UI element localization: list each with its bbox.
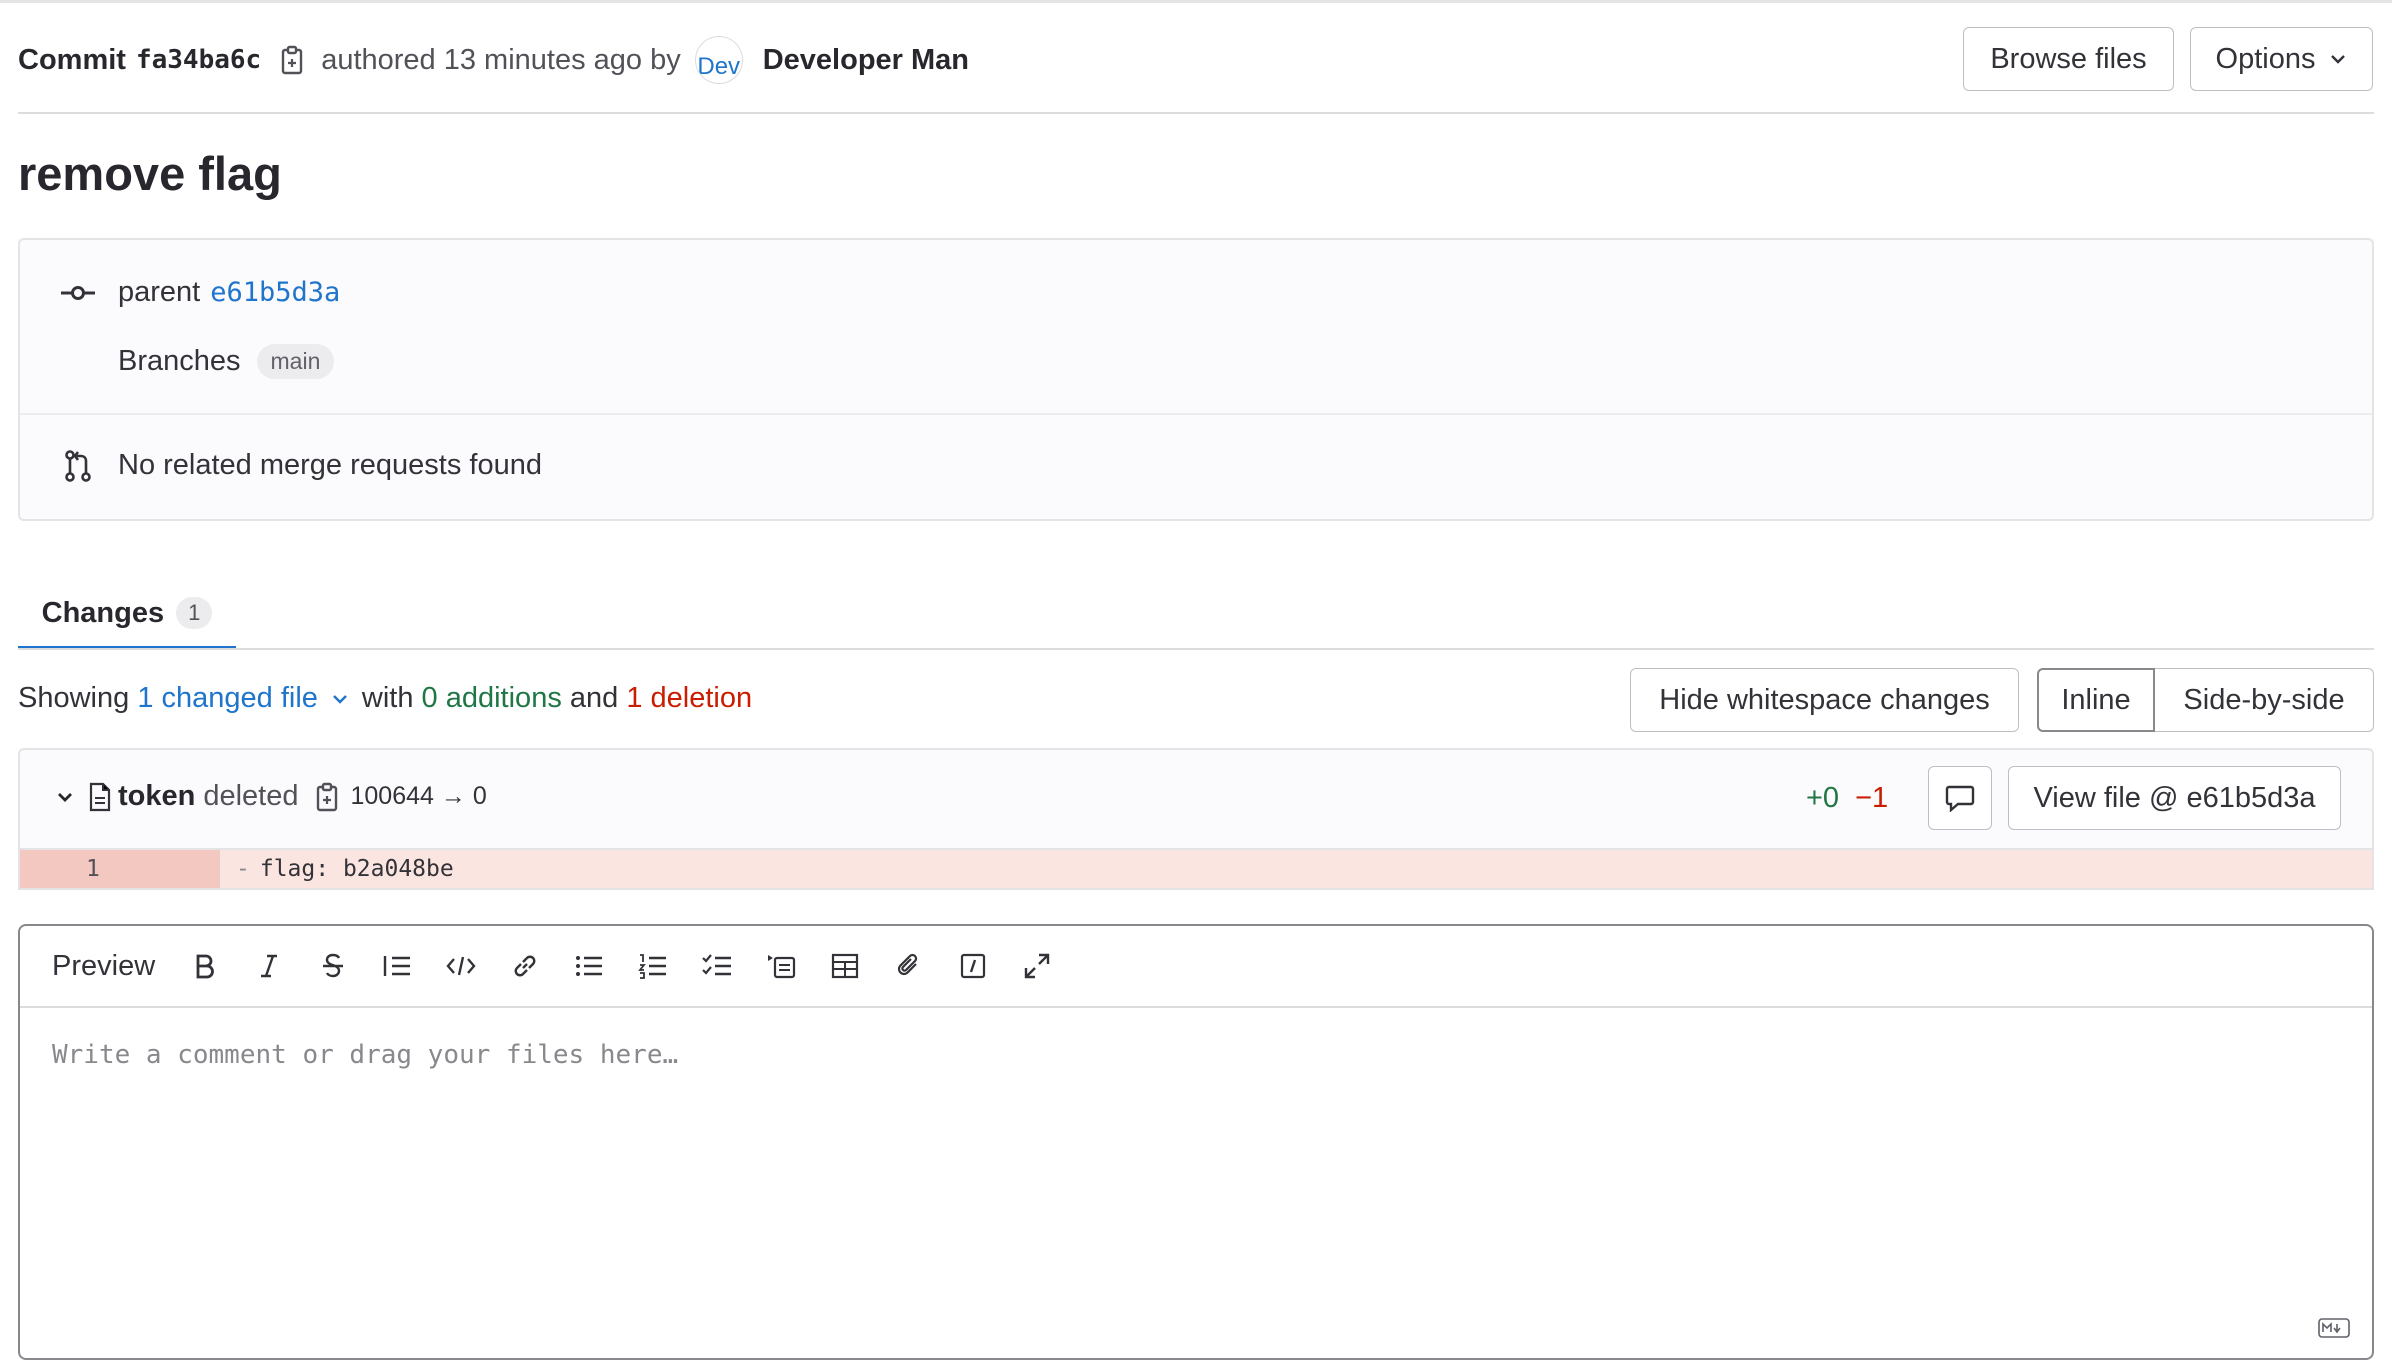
additions-count: 0 additions: [421, 682, 562, 714]
diff-prefix: -: [236, 856, 250, 882]
comment-editor: Preview Write a comment or drag your fil…: [18, 924, 2374, 1360]
parent-label: parent: [118, 276, 201, 308]
bold-icon[interactable]: [173, 934, 237, 998]
info-divider: [20, 413, 2372, 415]
side-by-side-view-button[interactable]: Side-by-side: [2155, 668, 2374, 732]
file-status: deleted: [203, 780, 299, 812]
table-icon[interactable]: [813, 934, 877, 998]
commit-info-box: parent e61b5d3a Branches main No related…: [18, 238, 2374, 521]
markdown-icon: [2318, 1318, 2350, 1338]
file-name[interactable]: token: [118, 780, 195, 813]
comment-icon: [1945, 784, 1975, 812]
tab-changes[interactable]: Changes 1: [18, 580, 236, 650]
file-header-left: token deleted 100644 → 0: [56, 780, 487, 813]
changed-files-link[interactable]: 1 changed file: [137, 682, 318, 715]
file-mode-change: 100644 → 0: [350, 782, 487, 810]
task-list-icon[interactable]: [685, 934, 749, 998]
fullscreen-icon[interactable]: [1005, 934, 1069, 998]
lines-removed: −1: [1855, 782, 1889, 814]
summary-showing-text: Showing: [18, 682, 130, 714]
tab-changes-label: Changes: [41, 596, 165, 629]
commit-icon: [60, 285, 96, 301]
preview-toggle[interactable]: Preview: [52, 950, 155, 983]
diff-view-toggle: Inline Side-by-side: [2037, 668, 2374, 732]
code-icon[interactable]: [429, 934, 493, 998]
header-divider: [18, 112, 2374, 114]
diff-line-deleted: 1 - flag: b2a048be: [18, 850, 2374, 890]
summary-and-text: and: [569, 682, 619, 714]
numbered-list-icon[interactable]: [621, 934, 685, 998]
quick-actions-icon[interactable]: [941, 934, 1005, 998]
branches-row: Branches main: [118, 344, 335, 379]
strikethrough-icon[interactable]: [301, 934, 365, 998]
author-avatar[interactable]: Dev: [694, 36, 743, 84]
summary-with-text: with: [361, 682, 414, 714]
diff-line-content: flag: b2a048be: [259, 856, 454, 882]
top-border: [0, 0, 2392, 3]
link-icon[interactable]: [493, 934, 557, 998]
chevron-down-icon[interactable]: [332, 694, 348, 704]
editor-toolbar: Preview: [20, 926, 2372, 1008]
file-icon: [88, 782, 112, 812]
diff-summary: Showing 1 changed file with 0 additions …: [18, 682, 752, 715]
view-file-button[interactable]: View file @ e61b5d3a: [2008, 766, 2341, 830]
parent-sha-link[interactable]: e61b5d3a: [210, 277, 340, 308]
browse-files-button[interactable]: Browse files: [1963, 27, 2174, 91]
comment-textarea[interactable]: Write a comment or drag your files here…: [52, 1040, 678, 1070]
commit-sha: fa34ba6c: [135, 45, 262, 75]
parent-row: parent e61b5d3a: [60, 276, 340, 309]
lines-added: +0: [1806, 782, 1840, 814]
copy-path-icon[interactable]: [315, 782, 339, 812]
old-line-number[interactable]: 1: [20, 850, 220, 888]
collapse-chevron-icon[interactable]: [56, 791, 74, 803]
quote-icon[interactable]: [365, 934, 429, 998]
commit-label: Commit: [18, 43, 126, 76]
copy-sha-icon[interactable]: [277, 43, 307, 77]
branches-label: Branches: [118, 345, 241, 377]
file-line-stats: +0 −1: [1806, 782, 1888, 815]
collapsible-section-icon[interactable]: [749, 934, 813, 998]
tabs-divider: [18, 648, 2374, 650]
author-name[interactable]: Developer Man: [763, 44, 969, 77]
file-header: token deleted 100644 → 0 +0 −1 View file…: [18, 748, 2374, 850]
options-label: Options: [2215, 42, 2316, 75]
options-dropdown[interactable]: Options: [2190, 27, 2373, 91]
bullet-list-icon[interactable]: [557, 934, 621, 998]
commit-header: Commit fa34ba6c authored 13 minutes ago …: [18, 36, 969, 84]
page-title: remove flag: [18, 147, 282, 200]
diff-line-code: - flag: b2a048be: [236, 856, 454, 882]
merge-requests-text: No related merge requests found: [118, 449, 542, 481]
authored-text: authored 13 minutes ago by: [321, 43, 681, 76]
hide-whitespace-button[interactable]: Hide whitespace changes: [1630, 668, 2019, 732]
comment-button[interactable]: [1928, 766, 1992, 830]
branch-badge[interactable]: main: [256, 344, 335, 379]
inline-view-button[interactable]: Inline: [2037, 668, 2155, 732]
merge-requests-row: No related merge requests found: [60, 449, 542, 482]
deletions-count: 1 deletion: [626, 682, 753, 714]
merge-request-icon: [60, 449, 96, 482]
tab-changes-count: 1: [176, 597, 213, 629]
attach-file-icon[interactable]: [877, 934, 941, 998]
chevron-down-icon: [2329, 53, 2347, 65]
italic-icon[interactable]: [237, 934, 301, 998]
